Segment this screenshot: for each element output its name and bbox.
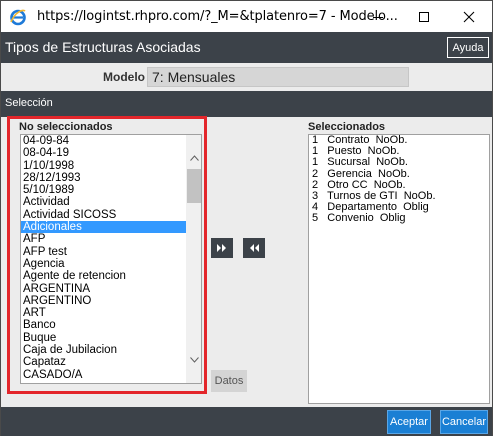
remove-selected-button[interactable]	[243, 238, 265, 258]
list-item[interactable]: 5 Convenio Oblig	[309, 213, 489, 224]
internet-explorer-icon	[10, 9, 26, 26]
selected-items: 1 Contrato NoOb. 1 Puesto NoOb. 1 Sucursal…	[309, 135, 489, 225]
close-button[interactable]	[446, 1, 492, 32]
maximize-button[interactable]	[401, 1, 447, 32]
accept-button[interactable]: Aceptar	[387, 410, 431, 434]
selected-listbox[interactable]: 1 Contrato NoOb. 1 Puesto NoOb. 1 Sucursal…	[308, 134, 490, 404]
minimize-button[interactable]	[355, 1, 401, 32]
model-field: 7: Mensuales	[147, 67, 409, 87]
window-titlebar: https://logintst.rhpro.com/?_M=&tplatenr…	[1, 1, 492, 32]
add-selected-button[interactable]	[211, 238, 233, 258]
close-icon	[463, 11, 475, 22]
page-header: Tipos de Estructuras Asociadas Ayuda	[1, 32, 492, 63]
model-label: Modelo	[103, 70, 145, 84]
window-title: https://logintst.rhpro.com/?_M=&tplatenr…	[37, 9, 398, 24]
double-arrow-left-icon	[250, 244, 259, 252]
cancel-button[interactable]: Cancelar	[440, 410, 488, 434]
selection-header: Selección	[1, 91, 492, 117]
datos-tab[interactable]: Datos	[211, 370, 247, 392]
browser-popup-window: https://logintst.rhpro.com/?_M=&tplatenr…	[0, 0, 493, 436]
dialog-footer: Aceptar Cancelar	[1, 407, 492, 436]
maximize-icon	[419, 11, 429, 22]
double-arrow-right-icon	[217, 244, 226, 252]
help-button[interactable]: Ayuda	[447, 37, 489, 58]
selected-list-title: Seleccionados	[308, 121, 386, 133]
list-item[interactable]: 1 Sucursal NoOb.	[309, 157, 489, 168]
page-title: Tipos de Estructuras Asociadas	[5, 39, 201, 55]
minimize-icon	[373, 16, 383, 18]
selection-title: Selección	[5, 97, 53, 109]
highlight-annotation	[7, 116, 207, 394]
model-row: Modelo 7: Mensuales	[1, 63, 492, 91]
